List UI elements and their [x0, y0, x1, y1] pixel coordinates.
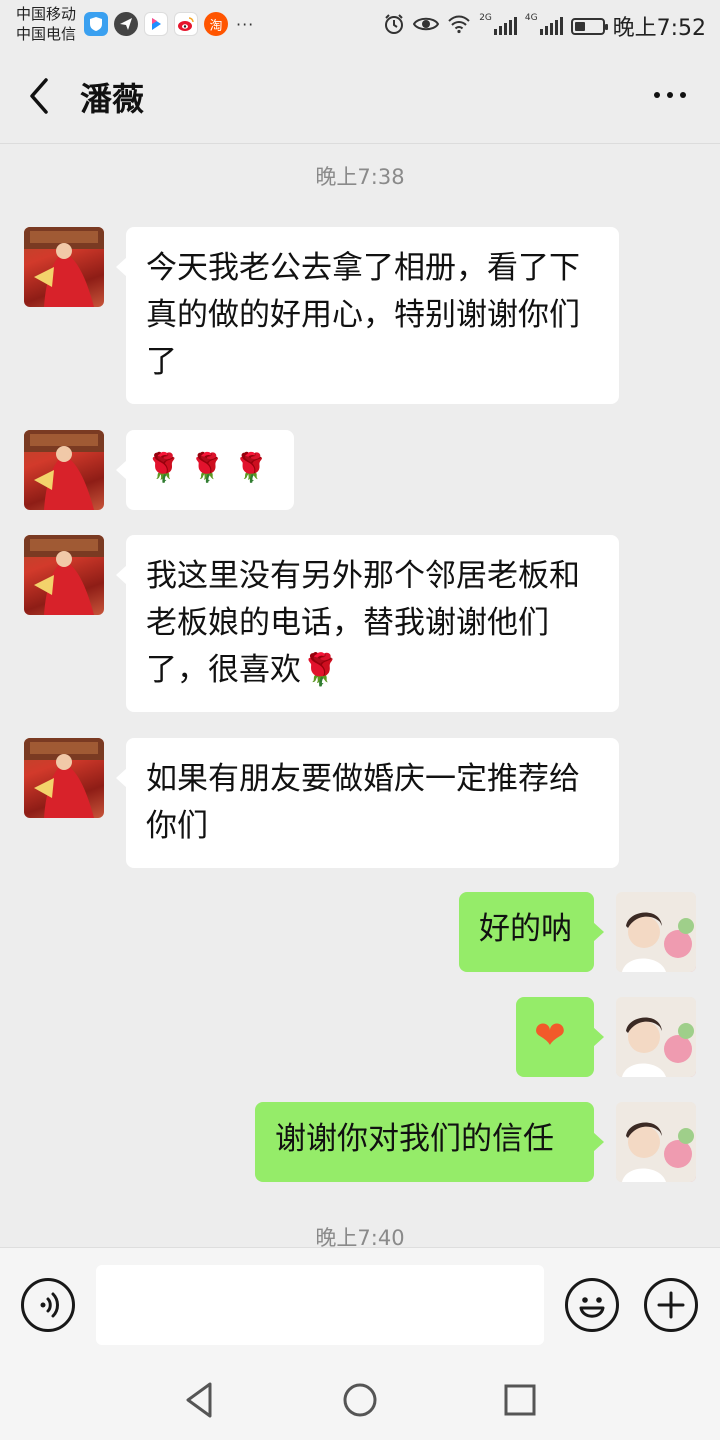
contact-avatar[interactable] — [24, 430, 104, 510]
chat-title: 潘薇 — [80, 80, 145, 118]
circle-home-icon — [343, 1383, 377, 1417]
battery-icon — [570, 17, 608, 35]
back-button[interactable] — [22, 76, 58, 116]
emoji-button[interactable] — [565, 1278, 619, 1332]
carrier-2: 中国电信 — [16, 25, 77, 43]
rose-emoji-text: 🌹 🌹 🌹 — [146, 451, 269, 484]
system-home-button[interactable] — [338, 1380, 382, 1420]
voice-input-button[interactable] — [21, 1278, 75, 1332]
plus-icon — [657, 1291, 685, 1319]
carrier-info: 中国移动 中国电信 — [16, 4, 76, 44]
network-type-4g: 4G — [524, 13, 538, 23]
more-functions-button[interactable] — [644, 1278, 698, 1332]
chat-header: 潘薇 — [0, 48, 720, 144]
square-recents-icon — [504, 1384, 536, 1416]
message-text: 谢谢你对我们的信任 — [275, 1121, 554, 1157]
status-time: 晚上7:52 — [612, 16, 706, 41]
heart-emoji-text: ❤ — [534, 1013, 566, 1057]
more-options-button[interactable] — [654, 92, 686, 98]
weibo-app-icon — [174, 12, 198, 36]
chevron-left-icon — [30, 78, 48, 114]
smiley-icon — [579, 1297, 605, 1318]
message-bubble[interactable]: ❤ — [516, 997, 604, 1077]
message-bubble[interactable]: 如果有朋友要做婚庆一定推荐给你们 — [116, 738, 619, 868]
system-navigation-bar — [0, 1360, 720, 1440]
more-notifications-indicator: ··· — [236, 14, 255, 34]
timestamp: 晚上7:38 — [315, 165, 405, 189]
message-text: 好的呐 — [479, 911, 572, 947]
system-recents-button[interactable] — [498, 1380, 542, 1420]
message-input[interactable] — [96, 1265, 544, 1345]
network-type-2g: 2G — [479, 13, 492, 23]
status-indicators: 2G 4G 晚上7:52 — [383, 10, 706, 42]
shield-app-icon — [84, 12, 108, 36]
contact-avatar[interactable] — [24, 535, 104, 615]
signal-4g-icon — [539, 17, 563, 35]
alarm-icon — [383, 13, 405, 39]
message-bubble[interactable]: 我这里没有另外那个邻居老板和老板娘的电话，替我谢谢他们了，很喜欢🌹 — [116, 535, 619, 712]
paper-plane-app-icon — [114, 12, 138, 36]
message-bubble[interactable]: 谢谢你对我们的信任 — [255, 1102, 604, 1182]
message-list[interactable]: 晚上7:38 今天我老公去拿了相册，看了下真的做的好用心，特别谢谢你们了 🌹 🌹… — [0, 145, 720, 1247]
input-bar — [0, 1247, 720, 1360]
more-dot — [654, 92, 660, 98]
taobao-app-icon: 淘 — [204, 12, 228, 36]
triangle-back-icon — [186, 1382, 212, 1418]
user-avatar[interactable] — [616, 1102, 696, 1182]
user-avatar[interactable] — [616, 997, 696, 1077]
message-text: 如果有朋友要做婚庆一定推荐给你们 — [146, 761, 580, 844]
taobao-glyph: 淘 — [209, 18, 223, 34]
voice-icon — [40, 1292, 59, 1318]
message-bubble[interactable]: 今天我老公去拿了相册，看了下真的做的好用心，特别谢谢你们了 — [116, 227, 619, 404]
contact-avatar[interactable] — [24, 227, 104, 307]
wifi-icon — [447, 14, 471, 38]
signal-2g-icon — [493, 17, 517, 35]
status-bar: 中国移动 中国电信 淘 ··· 2G 4G 晚上7:52 — [0, 0, 720, 48]
contact-avatar[interactable] — [24, 738, 104, 818]
message-bubble[interactable]: 🌹 🌹 🌹 — [116, 430, 294, 510]
more-dot — [667, 92, 673, 98]
timestamp: 晚上7:40 — [315, 1226, 405, 1247]
more-dot — [680, 92, 686, 98]
message-text: 我这里没有另外那个邻居老板和老板娘的电话，替我谢谢他们了，很喜欢🌹 — [146, 558, 580, 688]
message-bubble[interactable]: 好的呐 — [459, 892, 604, 972]
system-back-button[interactable] — [178, 1380, 222, 1420]
notification-icons: 淘 ··· — [84, 12, 254, 36]
youku-app-icon — [144, 12, 168, 36]
eye-comfort-icon — [413, 15, 440, 37]
user-avatar[interactable] — [616, 892, 696, 972]
carrier-1: 中国移动 — [16, 5, 77, 23]
message-text: 今天我老公去拿了相册，看了下真的做的好用心，特别谢谢你们了 — [146, 250, 580, 380]
